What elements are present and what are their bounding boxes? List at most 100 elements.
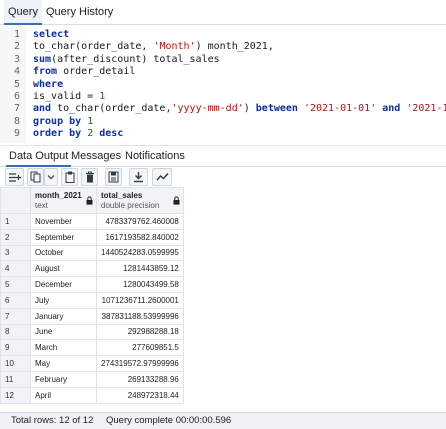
- cell-month[interactable]: April: [30, 386, 97, 404]
- tab-query-history-label: Query History: [46, 6, 114, 18]
- tab-data-output[interactable]: Data Output: [6, 146, 72, 167]
- tab-query[interactable]: Query: [4, 0, 42, 25]
- code-token: to_char(order_date,: [33, 41, 154, 53]
- table-row[interactable]: 10 May 274319572.97999996: [0, 355, 184, 372]
- tab-query-history[interactable]: Query History: [42, 0, 117, 25]
- table-row[interactable]: 4 August 1281443859.12: [0, 260, 184, 278]
- code-text: order by 2 desc: [33, 128, 123, 140]
- code-token: between: [255, 103, 298, 115]
- output-tab-bar: Data Output Messages Notifications: [0, 145, 446, 167]
- row-number[interactable]: 2: [0, 228, 31, 246]
- paste-button[interactable]: [61, 168, 78, 186]
- cell-month[interactable]: June: [30, 323, 97, 341]
- cell-total-sales[interactable]: 1617193582.840002: [96, 228, 184, 246]
- download-button[interactable]: [129, 168, 148, 186]
- copy-button[interactable]: [27, 168, 44, 186]
- code-token: from: [33, 66, 58, 78]
- table-row[interactable]: 5 December 1280043499.58: [0, 276, 184, 293]
- tab-notifications[interactable]: Notifications: [122, 146, 188, 167]
- paste-icon: [65, 171, 74, 183]
- cell-total-sales[interactable]: 1280043499.58: [96, 276, 184, 293]
- table-row[interactable]: 3 October 1440524283.0599995: [0, 244, 184, 262]
- table-row[interactable]: 7 January 387831188.53999996: [0, 307, 184, 325]
- total-rows-text: Total rows: 12 of 12: [11, 415, 94, 426]
- cell-month[interactable]: October: [30, 244, 97, 262]
- tab-notifications-label: Notifications: [125, 150, 185, 162]
- cell-total-sales[interactable]: 274319572.97999996: [96, 355, 184, 372]
- code-token: is_valid =: [33, 91, 100, 102]
- cell-total-sales[interactable]: 1440524283.0599995: [96, 244, 184, 262]
- table-row[interactable]: 9 March 277609851.5: [0, 339, 184, 357]
- cell-month[interactable]: February: [30, 370, 97, 388]
- table-row[interactable]: 8 June 292988288.18: [0, 323, 184, 341]
- row-number[interactable]: 3: [0, 244, 31, 262]
- code-token: 'yyyy-mm-dd': [171, 103, 244, 115]
- line-number: 1: [13, 29, 20, 40]
- row-number[interactable]: 11: [0, 370, 31, 388]
- row-number[interactable]: 5: [0, 276, 31, 293]
- trash-icon: [85, 171, 94, 183]
- cell-total-sales[interactable]: 387831188.53999996: [96, 307, 184, 325]
- cell-total-sales[interactable]: 4783379762.460008: [96, 213, 184, 230]
- tab-messages[interactable]: Messages: [68, 146, 124, 167]
- code-token: 'Month': [153, 41, 196, 53]
- sql-editor[interactable]: 1 select 2 to_char(order_date, 'Month') mon…: [0, 26, 446, 143]
- code-token: ): [243, 103, 256, 115]
- code-token: group by: [33, 115, 82, 127]
- row-number[interactable]: 1: [0, 213, 31, 230]
- save-data-icon: [108, 171, 119, 183]
- save-data-button[interactable]: [105, 168, 122, 186]
- code-text: where: [33, 79, 63, 91]
- cell-total-sales[interactable]: 277609851.5: [96, 339, 184, 357]
- cell-month[interactable]: January: [30, 307, 97, 325]
- column-header-total-sales[interactable]: total_sales double precision: [96, 187, 184, 214]
- row-number[interactable]: 6: [0, 291, 31, 309]
- table-row[interactable]: 1 November 4783379762.460008: [0, 213, 184, 230]
- line-number: 9: [13, 128, 20, 140]
- row-number[interactable]: 8: [0, 323, 31, 341]
- column-type: text: [35, 200, 48, 210]
- data-toolbar: [0, 167, 446, 187]
- table-row[interactable]: 12 April 248972318.44: [0, 386, 184, 404]
- cell-month[interactable]: August: [30, 260, 97, 278]
- table-row[interactable]: 11 February 269133288.96: [0, 370, 184, 388]
- cell-month[interactable]: May: [30, 355, 97, 372]
- cell-total-sales[interactable]: 1281443859.12: [96, 260, 184, 278]
- row-number[interactable]: 12: [0, 386, 31, 404]
- row-number[interactable]: 7: [0, 307, 31, 325]
- code-token: and: [382, 103, 401, 115]
- cell-total-sales[interactable]: 1071236711.2600001: [96, 291, 184, 309]
- graph-icon: [155, 173, 169, 181]
- code-text: to_char(order_date, 'Month') month_2021,: [33, 41, 274, 53]
- cell-month[interactable]: September: [30, 228, 97, 246]
- row-number[interactable]: 10: [0, 355, 31, 372]
- status-bar: Total rows: 12 of 12 Query complete 00:0…: [0, 412, 446, 429]
- delete-button[interactable]: [81, 168, 98, 186]
- results-grid: month_2021 text total_sales double preci…: [0, 187, 446, 412]
- cell-month[interactable]: December: [30, 276, 97, 293]
- add-row-button[interactable]: [5, 168, 24, 186]
- cell-total-sales[interactable]: 292988288.18: [96, 323, 184, 341]
- table-row[interactable]: 6 July 1071236711.2600001: [0, 291, 184, 309]
- line-number: 6: [13, 91, 20, 102]
- line-number: 2: [13, 41, 20, 53]
- code-token: to_char(order_date,: [51, 103, 172, 115]
- graph-visualiser-button[interactable]: [152, 168, 172, 186]
- cell-month[interactable]: July: [30, 291, 97, 309]
- tab-messages-label: Messages: [71, 150, 122, 162]
- column-header-month[interactable]: month_2021 text: [30, 187, 97, 214]
- row-number[interactable]: 9: [0, 339, 31, 357]
- copy-options-dropdown[interactable]: [44, 168, 58, 186]
- cell-total-sales[interactable]: 248972318.44: [96, 386, 184, 404]
- cell-month[interactable]: March: [30, 339, 97, 357]
- query-complete-text: Query complete 00:00:00.596: [106, 415, 232, 426]
- lock-icon: [86, 196, 93, 205]
- cell-month[interactable]: November: [30, 213, 97, 230]
- code-token: where: [33, 78, 64, 90]
- cell-total-sales[interactable]: 269133288.96: [96, 370, 184, 388]
- download-icon: [134, 172, 143, 183]
- row-number[interactable]: 4: [0, 260, 31, 278]
- code-token: and: [33, 103, 52, 115]
- line-number: 7: [13, 103, 20, 115]
- table-row[interactable]: 2 September 1617193582.840002: [0, 228, 184, 246]
